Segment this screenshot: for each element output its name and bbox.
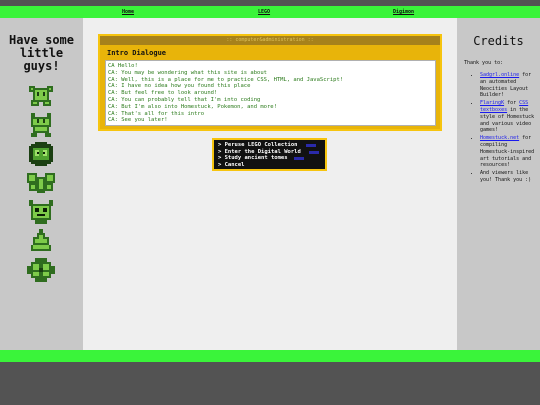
right-sidebar: Credits Thank you to: Sadgrl.online for … <box>457 18 540 350</box>
green-butterfly-sprite-icon <box>27 173 55 193</box>
dialog-line: CA: I have no idea how you found this pl… <box>108 83 251 90</box>
menu-hint-mark <box>306 144 316 147</box>
credit-link-homestuck-net[interactable]: Homestuck.net <box>480 135 519 141</box>
credit-text: And viewers like you! Thank you :) <box>480 170 532 183</box>
green-cat-sprite-icon <box>31 113 51 137</box>
left-title-line2: little <box>19 46 64 60</box>
left-title-line3: guys! <box>23 59 60 73</box>
left-sidebar: Have some little guys! <box>0 18 83 350</box>
green-wheel-sprite-icon <box>27 258 55 282</box>
dialog-line: CA: See you later! <box>108 117 168 124</box>
green-demon-sprite-icon <box>29 200 53 224</box>
list-item: And viewers like you! Thank you :) <box>480 170 540 184</box>
green-sprout-sprite-icon <box>31 229 51 251</box>
dialog-line: CA: But feel free to look around! <box>108 90 218 97</box>
choice-menu: > Peruse LEGO Collection > Enter the Dig… <box>212 138 327 171</box>
nav-link-home[interactable]: Home <box>122 6 134 18</box>
menu-item-digital-world[interactable]: > Enter the Digital World <box>218 149 321 156</box>
dialog-line: CA Hello! <box>108 63 138 69</box>
green-creature-sprite-icon <box>29 86 53 106</box>
dialog-line: CA: That's all for this intro <box>108 110 205 117</box>
menu-hint-mark <box>294 157 304 160</box>
intro-dialogue-box: :: computer&administration :: Intro Dial… <box>98 34 442 131</box>
credit-link-sadgrl[interactable]: Sadgrl.online <box>480 72 519 78</box>
credits-title: Credits <box>473 34 524 48</box>
list-item: FlaringK for CSS textboxes in the style … <box>480 100 540 134</box>
menu-item-cancel[interactable]: > Cancel <box>218 162 321 169</box>
dialog-line: CA: You can probably tell that I'm into … <box>108 96 261 103</box>
green-blob-sprite-icon <box>29 142 53 166</box>
bottom-bar <box>0 350 540 362</box>
dialog-titlebar: :: computer&administration :: <box>100 36 440 45</box>
nav-link-digimon[interactable]: Digimon <box>393 6 414 18</box>
credit-text: for <box>507 100 517 107</box>
credit-link-flaringk[interactable]: FlaringK <box>480 100 504 106</box>
dialog-line: CA: Well, this is a place for me to prac… <box>108 76 344 83</box>
menu-item-ancient-tomes[interactable]: > Study ancient tomes <box>218 155 321 162</box>
nav-link-lego[interactable]: LEGO <box>258 6 270 18</box>
left-sidebar-title: Have some little guys! <box>0 34 83 73</box>
credits-thanks: Thank you to: <box>464 60 504 66</box>
list-item: Sadgrl.online for an automated Neocities… <box>480 72 540 99</box>
list-item: Homestuck.net for compiling Homestuck-in… <box>480 135 540 169</box>
left-title-line1: Have some <box>8 33 75 47</box>
dialog-textbox[interactable]: CA Hello! CA: You may be wondering what … <box>105 60 436 126</box>
top-nav-bar: Home LEGO Digimon <box>0 6 540 18</box>
dialog-line: CA: But I'm also into Homestuck, Pokemon… <box>108 103 277 110</box>
dialog-line: CA: You may be wondering what this site … <box>108 69 267 76</box>
dialog-heading: Intro Dialogue <box>107 49 167 57</box>
credits-list: Sadgrl.online for an automated Neocities… <box>474 72 540 184</box>
menu-hint-mark <box>309 151 319 154</box>
